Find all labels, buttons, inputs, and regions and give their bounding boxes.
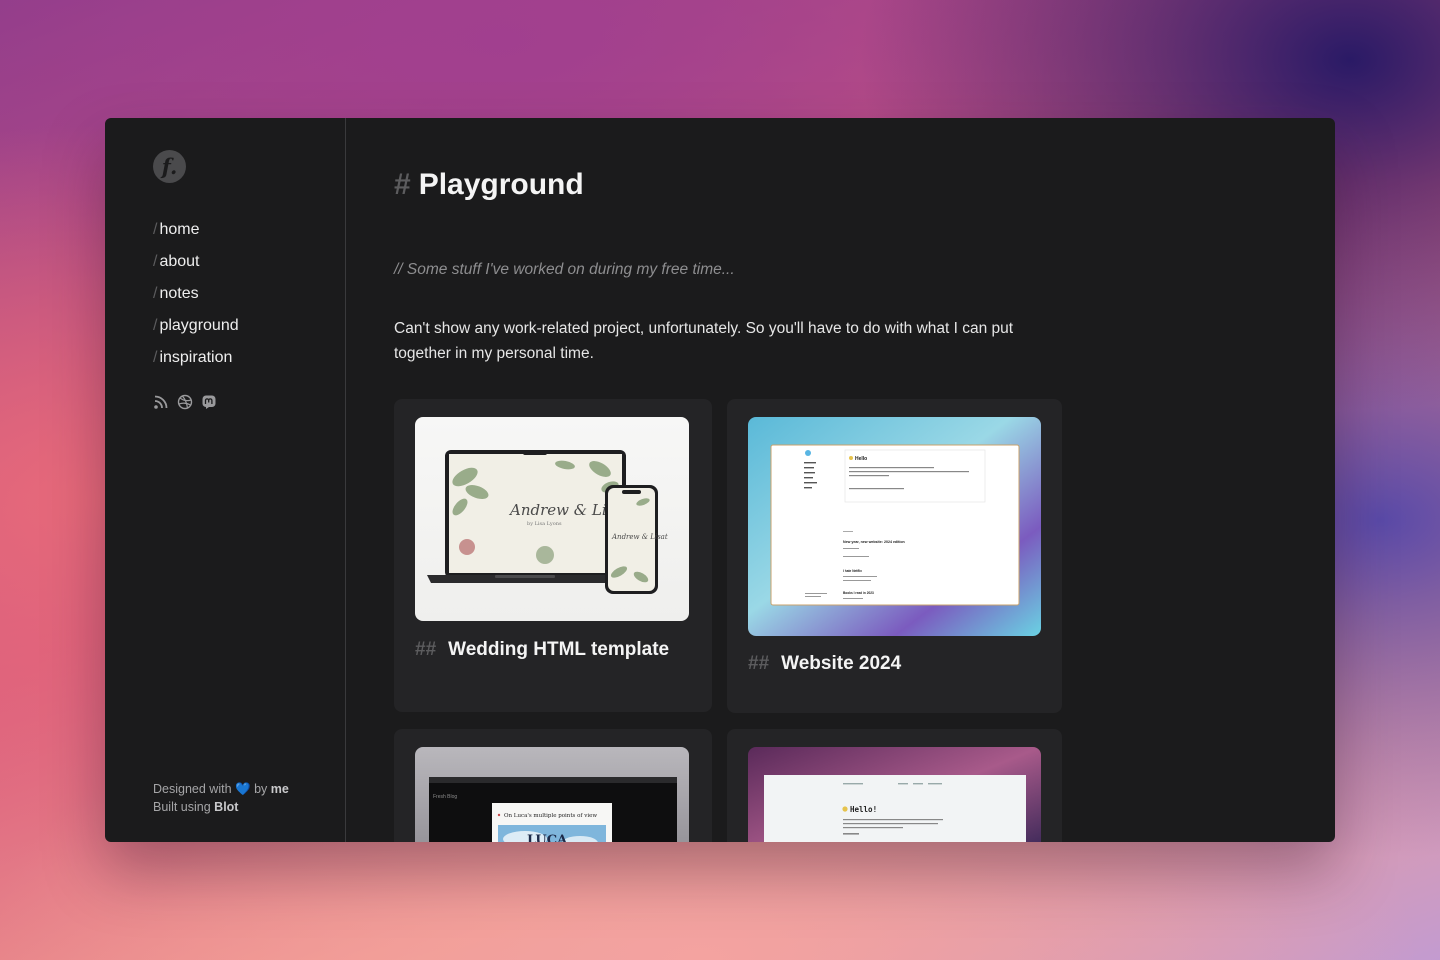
page-description: Can't show any work-related project, unf… (394, 320, 1014, 362)
svg-text:Andrew & Lisat: Andrew & Lisat (611, 533, 668, 541)
sidebar: f. / home / about / notes / playground / insp… (105, 118, 346, 842)
nav-slash: / (153, 349, 158, 366)
page-title: # Playground (394, 168, 584, 202)
nav-slash: / (153, 317, 158, 334)
card-title-text: Website 2024 (781, 653, 902, 674)
luca-blog-thumbnail[interactable]: Fresh Blog On Luca's multiple points of … (415, 747, 689, 842)
main-content: # Playground // Some stuff I've worked on… (346, 118, 1335, 842)
rss-icon[interactable] (153, 394, 169, 410)
hello-thumbnail[interactable]: Hello! (748, 747, 1041, 842)
website-post-title: New year, new website: 2024 edition (843, 540, 905, 544)
designed-with-line: Designed with 💙 by me (153, 780, 289, 798)
mastodon-icon[interactable] (201, 394, 217, 410)
site-logo[interactable]: f. (153, 150, 186, 183)
nav-label: inspiration (159, 349, 233, 366)
author-link[interactable]: me (271, 782, 289, 796)
nav-item-home[interactable]: / home (153, 214, 239, 246)
website-2024-card-title[interactable]: ## Website 2024 (748, 653, 901, 675)
built-using-line: Built using Blot (153, 798, 289, 816)
wedding-sub-text: by Lisa Lyons (527, 521, 562, 527)
nav-item-playground[interactable]: / playground (153, 310, 239, 342)
sidebar-footer: Designed with 💙 by me Built using Blot (153, 780, 289, 816)
dribbble-icon[interactable] (177, 394, 193, 410)
social-links (153, 394, 217, 410)
nav-label: playground (159, 317, 239, 334)
built-using-text: Built using (153, 800, 211, 814)
blot-link[interactable]: Blot (214, 800, 238, 814)
heart-icon: 💙 (235, 782, 251, 796)
wedding-thumbnail[interactable]: Andrew & Lisat by Lisa Lyons Andrew & Li… (415, 417, 689, 621)
nav-item-inspiration[interactable]: / inspiration (153, 342, 239, 374)
website-greeting: Hello (855, 456, 867, 462)
luca-poster-text: LUCA (527, 833, 568, 842)
nav-slash: / (153, 253, 158, 270)
nav-slash: / (153, 285, 158, 302)
wedding-card-title[interactable]: ## Wedding HTML template (415, 639, 669, 661)
card-title-hash: ## (415, 639, 437, 660)
title-text: Playground (418, 168, 584, 201)
nav-slash: / (153, 221, 158, 238)
website-2024-thumbnail[interactable]: Hello New year, new website: 2024 editio… (748, 417, 1041, 636)
nav-label: about (159, 253, 200, 270)
website-post-2: I hate Netflix (843, 569, 862, 573)
nav-label: notes (159, 285, 199, 302)
project-card-wedding[interactable]: Andrew & Lisat by Lisa Lyons Andrew & Li… (394, 399, 712, 712)
project-card-luca-blog[interactable]: Fresh Blog On Luca's multiple points of … (394, 729, 712, 842)
project-card-hello[interactable]: Hello! (727, 729, 1062, 842)
nav-item-notes[interactable]: / notes (153, 278, 239, 310)
card-title-hash: ## (748, 653, 770, 674)
card-title-text: Wedding HTML template (448, 639, 670, 660)
browser-window: f. / home / about / notes / playground / insp… (105, 118, 1335, 842)
title-hash: # (394, 168, 411, 201)
nav-item-about[interactable]: / about (153, 246, 239, 278)
nav-label: home (159, 221, 200, 238)
luca-blog-tab: Fresh Blog (433, 794, 457, 800)
luca-blog-headline: On Luca's multiple points of view (504, 813, 597, 819)
nav-menu: / home / about / notes / playground / inspira… (153, 214, 239, 374)
hello-greeting: Hello! (850, 805, 877, 814)
by-text: by (254, 782, 268, 796)
project-card-website-2024[interactable]: Hello New year, new website: 2024 editio… (727, 399, 1062, 713)
designed-with-text: Designed with (153, 782, 232, 796)
page-subtitle-comment: // Some stuff I've worked on during my f… (394, 261, 735, 278)
website-post-3: Books I read in 2023 (843, 591, 874, 595)
